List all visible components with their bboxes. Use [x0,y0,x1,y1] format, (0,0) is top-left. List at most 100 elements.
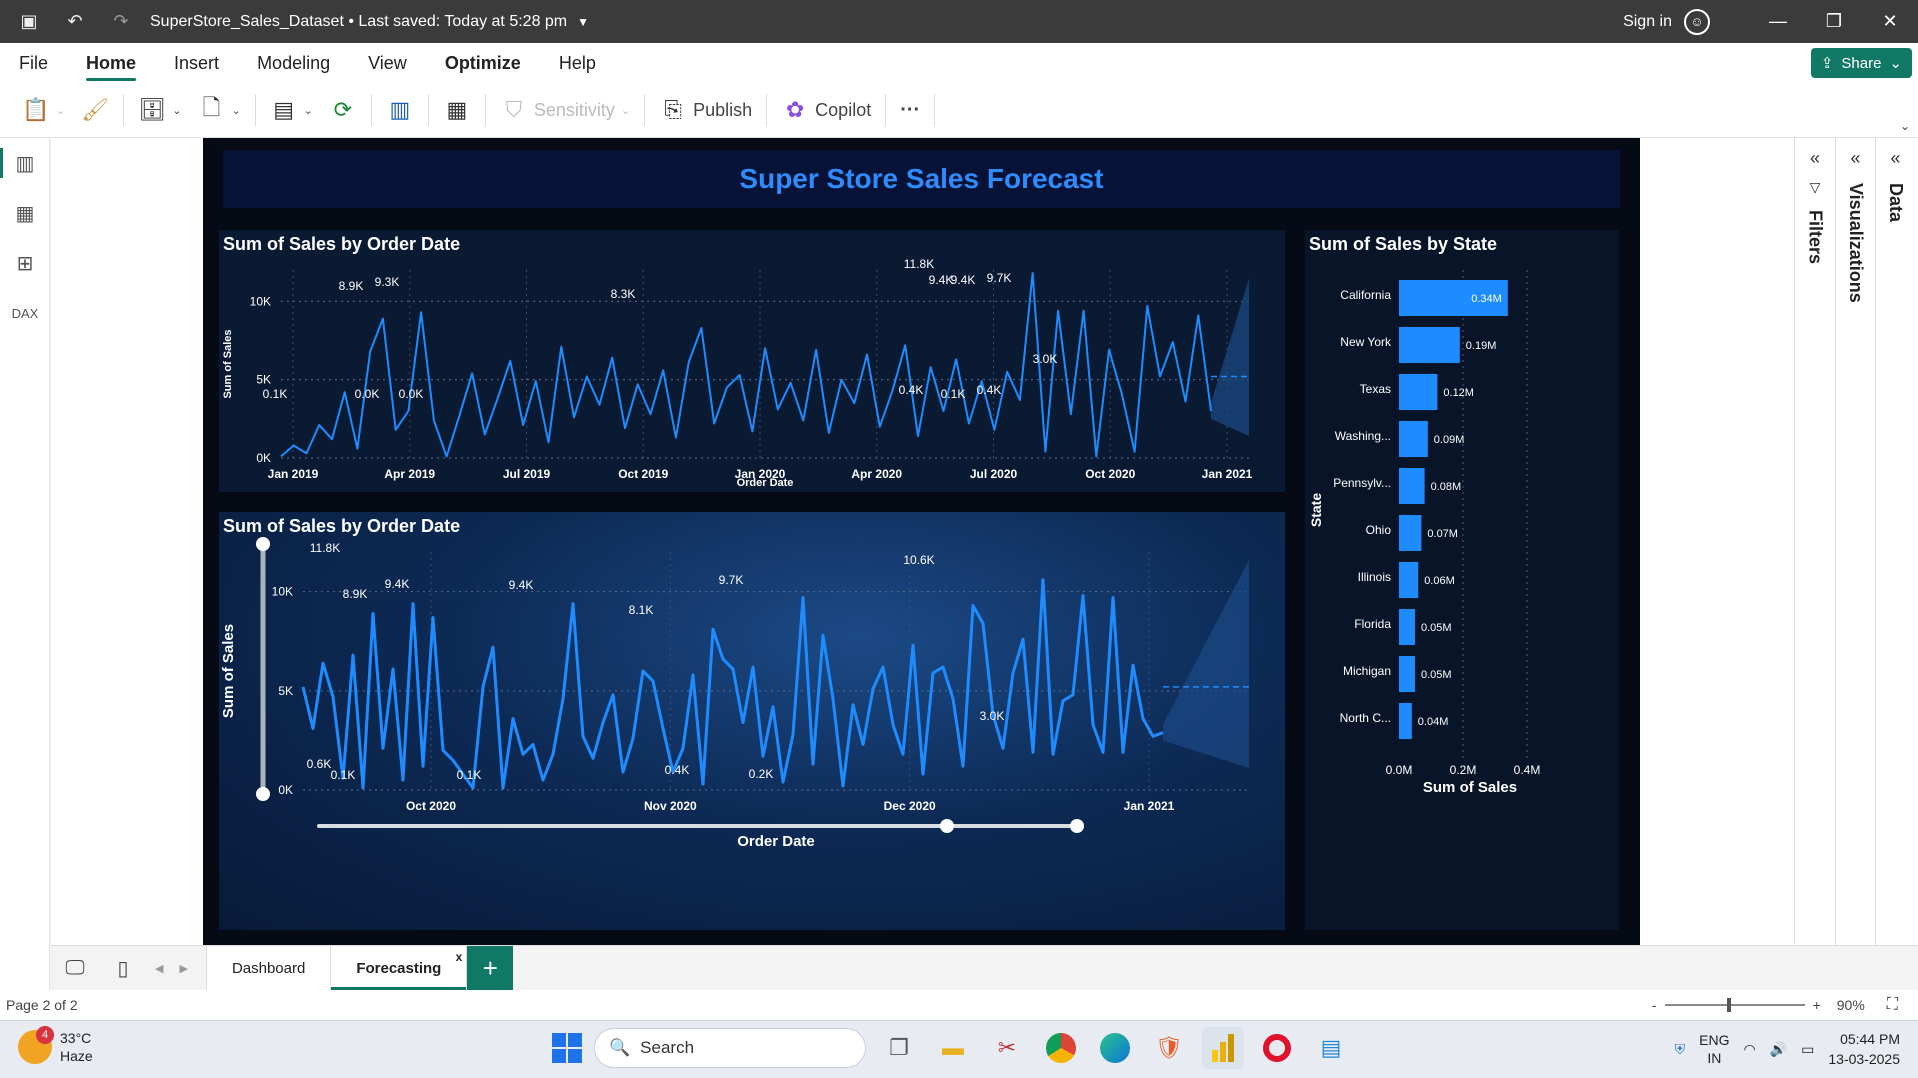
visualizations-pane-tab[interactable]: « Visualizations [1835,138,1875,945]
document-title[interactable]: SuperStore_Sales_Dataset • Last saved: T… [150,13,567,31]
zoom-slider[interactable] [1664,998,1805,1012]
category-label: New York [1340,335,1392,349]
data-label: 0.6K [307,757,332,771]
add-page-button[interactable]: + [467,945,514,991]
data-label: 0.4K [665,763,690,777]
expand-filters-icon[interactable]: « [1810,148,1820,169]
opera-icon[interactable] [1256,1027,1298,1069]
menu-optimize[interactable]: Optimize [426,43,540,83]
next-page-icon[interactable]: ▶ [171,962,195,975]
tab-forecasting[interactable]: Forecasting x [331,945,468,991]
category-label: Washing... [1335,429,1391,443]
zoom-out-button[interactable]: - [1652,997,1657,1013]
brave-icon[interactable]: 🛡 [1148,1027,1190,1069]
taskbar-apps: 🔍 Search ❐ ▬ ✂ 🛡 ▤ [552,1027,1352,1069]
format-painter-button[interactable]: 🖌 [73,90,117,130]
y-tick-label: 0K [256,451,271,465]
new-measure-button[interactable]: ▦ [435,90,479,130]
battery-icon[interactable]: ▭ [1801,1041,1814,1058]
visual-sales-by-date-zoomed[interactable]: Sum of Sales by Order Date 0K 5K 10K Oct 20… [219,512,1285,930]
menu-insert[interactable]: Insert [155,43,238,83]
data-label: 8.9K [343,587,368,601]
close-button[interactable]: ✕ [1862,0,1918,43]
more-options-button[interactable]: ··· [892,90,928,130]
tab-dashboard[interactable]: Dashboard [205,945,332,991]
refresh-button[interactable]: ⟳ [321,90,365,130]
prev-page-icon[interactable]: ◀ [147,962,171,975]
windows-start-icon[interactable] [552,1033,582,1063]
get-data-button[interactable]: 🗄 ⌄ [130,90,189,130]
x-tick-label: Oct 2020 [1085,467,1135,481]
recent-sources-button[interactable]: 🗋 ⌄ [189,90,248,130]
snipping-tool-icon[interactable]: ✂ [986,1027,1028,1069]
notepad-icon[interactable]: ▤ [1310,1027,1352,1069]
power-bi-icon[interactable] [1202,1027,1244,1069]
menu-home[interactable]: Home [67,43,155,83]
file-explorer-icon[interactable]: ▬ [932,1027,974,1069]
wifi-icon[interactable]: ◠ [1743,1041,1755,1058]
bar-value-label: 0.08M [1431,481,1462,493]
data-pane-tab[interactable]: « Data [1875,138,1915,945]
desktop-layout-icon[interactable]: 🖵 [51,946,99,991]
sign-in-link[interactable]: Sign in [1623,13,1672,31]
redo-icon[interactable]: ↷ [104,0,138,43]
y-axis-label: Sum of Sales [220,624,237,718]
new-visual-button[interactable]: ▥ [378,90,422,130]
copilot-button[interactable]: ✿ Copilot [773,90,879,130]
clock[interactable]: 05:44 PM 13-03-2025 [1828,1029,1900,1069]
chevron-down-icon: ⌄ [1889,55,1902,72]
category-label: Michigan [1343,664,1391,678]
bar [1399,468,1425,504]
table-view-icon[interactable]: ▦ [0,188,50,238]
task-view-icon[interactable]: ❐ [878,1027,920,1069]
security-icon[interactable]: ⛨ [1675,1041,1686,1058]
collapse-ribbon-icon[interactable]: ⌄ [1900,119,1910,133]
data-label: 8.9K [339,279,364,293]
edge-icon[interactable] [1094,1027,1136,1069]
x-axis-label: Sum of Sales [1423,779,1517,796]
publish-button[interactable]: ⎘ Publish [651,90,760,130]
report-view-icon[interactable]: ▥ [0,138,50,188]
visual-sales-by-date-overview[interactable]: Sum of Sales by Order Date 0K 5K 10K Jan 20… [219,230,1285,492]
expand-visualizations-icon[interactable]: « [1850,148,1860,169]
refresh-icon: ⟳ [333,97,353,122]
x-tick-label: Jan 2021 [1124,799,1175,813]
dax-query-icon[interactable]: DAX [0,288,50,338]
paste-button[interactable]: 📋 ⌄ [14,90,73,130]
bar-value-label: 0.07M [1427,528,1458,540]
x-axis-label: Order Date [737,833,815,850]
data-label: 0.0K [399,387,424,401]
expand-data-icon[interactable]: « [1890,148,1900,169]
category-label: Illinois [1358,570,1391,584]
zoom-in-button[interactable]: + [1813,997,1821,1013]
chart-sales-by-state: 0.0M 0.2M 0.4M California 0.34M New York 0.19M… [1308,270,1540,796]
menu-view[interactable]: View [349,43,426,83]
data-label: 9.4K [385,577,410,591]
model-view-icon[interactable]: ⊞ [0,238,50,288]
title-dropdown-icon[interactable]: ▼ [577,15,589,29]
menu-modeling[interactable]: Modeling [238,43,349,83]
save-icon[interactable]: ▣ [12,0,46,43]
sensitivity-button[interactable]: ⛉ Sensitivity ⌄ [492,90,638,130]
visual-sales-by-state[interactable]: Sum of Sales by State 0.0M 0.2M 0.4M Califo… [1305,230,1619,930]
taskbar-search[interactable]: 🔍 Search [594,1028,866,1068]
chrome-icon[interactable] [1040,1027,1082,1069]
transform-data-button[interactable]: ▤ ⌄ [262,90,321,130]
filters-pane-tab[interactable]: « ▽ Filters [1795,138,1835,945]
bar-value-label: 0.19M [1466,340,1497,352]
volume-icon[interactable]: 🔊 [1770,1041,1787,1058]
avatar-icon[interactable]: ☺ [1684,8,1710,35]
share-button[interactable]: ⇪ Share ⌄ [1810,48,1912,78]
undo-icon[interactable]: ↶ [58,0,92,43]
close-tab-icon[interactable]: x [456,950,463,964]
language-indicator[interactable]: ENG IN [1699,1031,1729,1067]
minimize-button[interactable]: — [1750,0,1806,43]
menu-file[interactable]: File [0,43,67,83]
forecast-band [1163,560,1249,768]
mobile-layout-icon[interactable]: ▯ [99,946,147,991]
fit-to-page-icon[interactable]: ⛶ [1887,996,1898,1014]
series-line [301,578,1164,790]
restore-button[interactable]: ❐ [1806,0,1862,43]
menu-help[interactable]: Help [540,43,615,83]
weather-widget[interactable]: 4 33°C Haze [18,1026,93,1065]
